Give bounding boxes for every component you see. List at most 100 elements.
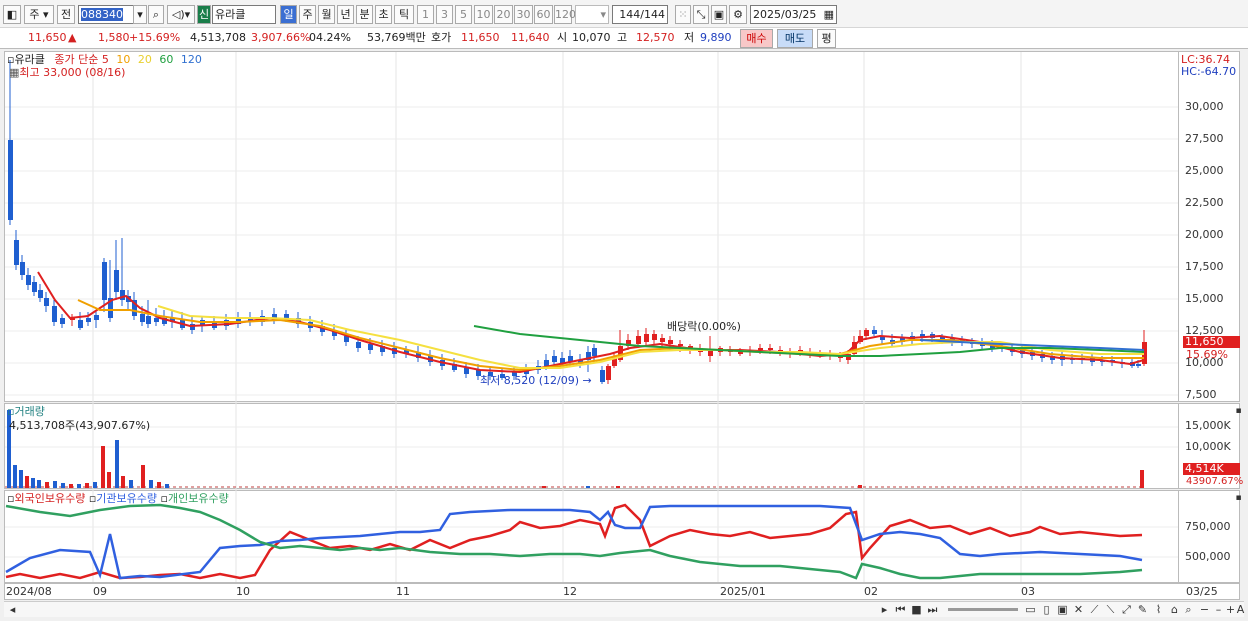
legend-ma5: 5 [101, 53, 109, 66]
y-tick: 30,000 [1185, 100, 1224, 113]
pct-tag: 15.69% [1186, 348, 1228, 361]
y-tick: 22,500 [1185, 196, 1224, 209]
volume-bar [542, 486, 546, 488]
dividend-note: 배당락(0.00%) [667, 320, 741, 333]
legend-ma-label: 종가 단순 [54, 53, 99, 66]
candle-body [26, 275, 31, 285]
candle-body [606, 366, 611, 380]
legend-institution[interactable]: 기관보유수량 [96, 492, 157, 505]
volume-bar [157, 482, 161, 488]
volume-bar [858, 485, 862, 488]
volume-bar [121, 476, 125, 488]
rewind-icon[interactable]: ⏮ [894, 603, 907, 616]
candle-body [20, 262, 25, 275]
candle-body [94, 315, 99, 320]
candle-body [652, 334, 657, 340]
high-note-text: 최고 33,000 (08/16) [19, 66, 126, 79]
candle-body [872, 330, 877, 334]
candle-body [660, 338, 665, 342]
tool7-icon[interactable]: ⌂ [1168, 603, 1181, 616]
candle-body [644, 334, 649, 342]
candle-body [102, 262, 107, 300]
x-tick: 11 [396, 585, 410, 598]
volume-bar [53, 481, 57, 488]
magnifier-icon[interactable]: ⌕ [1182, 603, 1195, 616]
candle-body [86, 318, 91, 322]
legend-box-icon: ▫ [160, 492, 168, 505]
x-tick: 12 [563, 585, 577, 598]
tool1-icon[interactable]: ✕ [1072, 603, 1085, 616]
legend-individual[interactable]: 개인보유수량 [168, 492, 229, 505]
x-tick: 03/25 [1186, 585, 1218, 598]
candle-body [678, 344, 683, 346]
tool4-icon[interactable]: ⤢ [1120, 603, 1133, 616]
tool5-icon[interactable]: ✎ [1136, 603, 1149, 616]
price-tag: 11,650 [1183, 336, 1240, 348]
volume-title-text[interactable]: 거래량 [14, 405, 44, 418]
vol-pct-tag: 43907.67% [1186, 476, 1244, 487]
font-a-icon[interactable]: A [1234, 603, 1247, 616]
y-tick: 15,000 [1185, 292, 1224, 305]
legend-foreign[interactable]: 외국인보유수량 [14, 492, 85, 505]
legend-stock-name[interactable]: 유라클 [14, 53, 44, 66]
candle-body [600, 370, 605, 382]
chart-graphics [5, 52, 1178, 582]
x-tick: 2025/01 [720, 585, 766, 598]
y-tick: 17,500 [1185, 260, 1224, 273]
candle-body [52, 306, 57, 322]
zoom-out-icon[interactable]: ▭ [1024, 603, 1037, 616]
split-icon[interactable]: ▯ [1040, 603, 1053, 616]
y-tick: 20,000 [1185, 228, 1224, 241]
candle-body [38, 290, 43, 298]
stop-icon[interactable]: ■ [910, 603, 923, 616]
holding-lines [5, 503, 1143, 580]
zoom-slider[interactable] [948, 608, 1018, 611]
fast-forward-icon[interactable]: ⏭ [926, 603, 939, 616]
tool3-icon[interactable]: ⟍ [1104, 603, 1117, 616]
candle-body [78, 320, 83, 328]
volume-bar [1140, 470, 1144, 488]
volume-bar [93, 482, 97, 488]
scroll-left-icon[interactable]: ◂ [6, 603, 19, 616]
x-tick: 09 [93, 585, 107, 598]
volume-bar [69, 484, 73, 488]
high-note: ▦최고 33,000 (08/16) [9, 66, 125, 79]
pane-close-icon[interactable]: ▪ [1232, 405, 1245, 418]
tool2-icon[interactable]: ⟋ [1088, 603, 1101, 616]
bottom-scrollbar[interactable]: ◂ ▸ ⏮ ■ ⏭ ▭ ▯ ▣ ✕ ⟋ ⟍ ⤢ ✎ ⌇ ⌂ ⌕ − – + A [4, 601, 1244, 617]
volume-bar [77, 484, 81, 488]
y-tick: 25,000 [1185, 164, 1224, 177]
volume-value: 4,513,708주(43,907.67%) [9, 419, 151, 432]
x-tick: 02 [864, 585, 878, 598]
scroll-right-icon[interactable]: ▸ [878, 603, 891, 616]
vol-y-tick: 10,000K [1185, 440, 1231, 453]
foreign-line [5, 503, 1143, 580]
tool6-icon[interactable]: ⌇ [1152, 603, 1165, 616]
volume-bar [107, 472, 111, 488]
candle-body [32, 282, 37, 292]
candle-body [758, 348, 763, 350]
ma20-line [157, 305, 1144, 369]
candle-body [60, 318, 65, 324]
volume-bar [25, 476, 29, 488]
candle-body [44, 298, 49, 306]
volume-bar [61, 483, 65, 488]
vol-y-tick: 15,000K [1185, 419, 1231, 432]
window-icon[interactable]: ▣ [1056, 603, 1069, 616]
candle-body [544, 360, 549, 366]
candle-body [114, 270, 119, 292]
minus-icon[interactable]: − [1198, 603, 1211, 616]
volume-bar [115, 440, 119, 488]
legend-ma60: 60 [159, 53, 174, 66]
volume-bar [101, 446, 105, 488]
candle-body [552, 356, 557, 362]
vol-tag: 4,514K [1183, 463, 1240, 475]
volume-bar [85, 483, 89, 488]
candle-body [356, 342, 361, 348]
x-axis [4, 583, 1240, 600]
candle-body [368, 344, 373, 350]
candlesticks [8, 60, 1147, 384]
pane-close-icon[interactable]: ▪ [1232, 492, 1245, 505]
volume-bar [141, 465, 145, 488]
legend-ma120: 120 [180, 53, 202, 66]
